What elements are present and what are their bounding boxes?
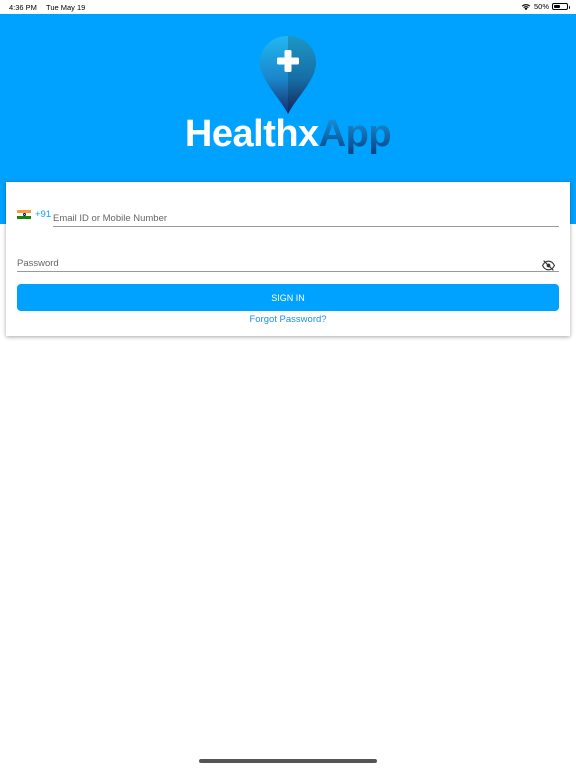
status-bar: 4:36 PM Tue May 19 50% bbox=[0, 0, 576, 14]
battery-percentage: 50% bbox=[533, 2, 549, 11]
sign-in-button[interactable]: SIGN IN bbox=[17, 284, 559, 311]
email-or-mobile-field[interactable] bbox=[53, 210, 559, 227]
logo-text-app: App bbox=[318, 113, 392, 155]
home-indicator[interactable] bbox=[199, 759, 377, 763]
status-right: 50% bbox=[521, 2, 570, 11]
flag-stripe-green bbox=[17, 216, 31, 219]
eye-slash-icon[interactable] bbox=[542, 260, 555, 271]
login-card: +91 SIGN IN Forgot Password? bbox=[6, 182, 570, 336]
wifi-icon bbox=[521, 3, 531, 10]
forgot-password-link[interactable]: Forgot Password? bbox=[6, 314, 570, 325]
flag-stripe-white bbox=[17, 213, 31, 216]
password-field[interactable] bbox=[17, 255, 559, 272]
battery-icon bbox=[552, 3, 570, 10]
india-flag-icon[interactable] bbox=[17, 210, 31, 219]
battery-fill bbox=[554, 5, 560, 8]
status-left: 4:36 PM Tue May 19 bbox=[9, 3, 85, 12]
country-code[interactable]: +91 bbox=[35, 209, 51, 220]
status-date: Tue May 19 bbox=[46, 3, 86, 12]
login-screen: 4:36 PM Tue May 19 50% HealthxApp +91 Em… bbox=[0, 0, 576, 768]
logo-text-healthx: Healthx bbox=[184, 113, 319, 155]
app-logo-text: HealthxApp bbox=[0, 112, 576, 156]
status-time: 4:36 PM bbox=[9, 3, 37, 12]
location-pin-plus-icon bbox=[260, 36, 316, 114]
